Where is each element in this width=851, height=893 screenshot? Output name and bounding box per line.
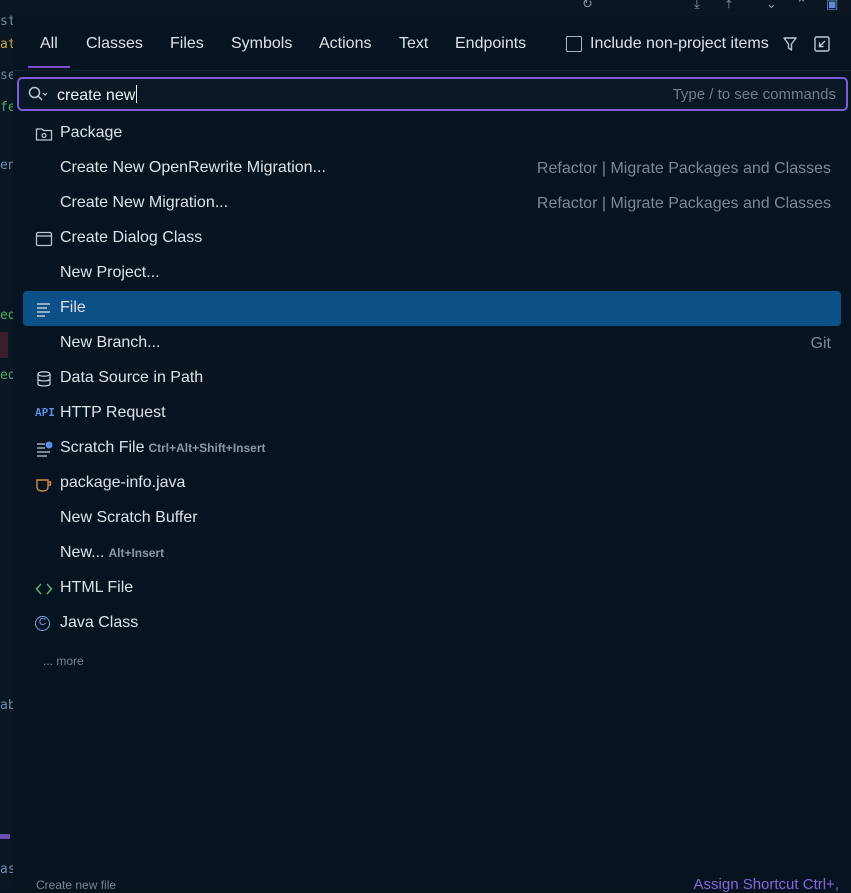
item-label: Create New OpenRewrite Migration... [60,159,326,176]
database-icon [37,371,51,387]
search-icon[interactable] [27,85,49,103]
item-hint: Git [810,335,831,352]
chevron-down-icon[interactable]: ⌄ [766,0,777,12]
item-label: New Project... [60,264,160,281]
tab-classes[interactable]: Classes [86,35,143,53]
include-non-project-label: Include non-project items [590,35,769,52]
item-label: Create New Migration... [60,194,229,211]
list-item[interactable]: Create Dialog Class [23,221,841,256]
list-item[interactable]: Data Source in Path [23,361,841,396]
item-label: Package [60,124,123,141]
list-item[interactable]: New... Alt+Insert [23,536,841,571]
scroll-marker [0,834,10,839]
html-icon [35,583,53,595]
list-item-selected[interactable]: File [23,291,841,326]
java-class-icon: C [35,616,50,631]
chevron-up-icon[interactable]: ⌃ [796,0,807,12]
upload-icon[interactable]: ⤒ [726,0,732,12]
top-toolbar: ↻ ⤓ ⤒ ⌄ ⌃ ▣ [14,0,851,16]
more-link[interactable]: ... more [43,654,84,668]
tab-files[interactable]: Files [170,35,204,53]
search-field[interactable]: create new Type / to see commands [17,77,848,111]
filter-icon[interactable] [781,35,799,53]
tab-endpoints[interactable]: Endpoints [455,35,526,53]
list-item[interactable]: HTML File [23,571,841,606]
tab-all[interactable]: All [28,35,70,68]
search-everywhere-popup: All Classes Files Symbols Actions Text E… [13,16,851,893]
list-item[interactable]: Create New Migration... Refactor | Migra… [23,186,841,221]
file-text-icon [37,303,50,317]
item-label: New Scratch Buffer [60,509,198,526]
package-folder-icon [35,128,53,141]
item-label: New... Alt+Insert [60,544,165,561]
assign-shortcut-link[interactable]: Assign Shortcut Ctrl+, [694,876,839,893]
item-label: HTTP Request [60,404,166,421]
shortcut-label: Alt+Insert [108,546,165,560]
item-label: Data Source in Path [60,369,204,386]
checkbox-box[interactable] [566,36,582,52]
tab-symbols[interactable]: Symbols [231,35,292,53]
include-non-project-checkbox[interactable]: Include non-project items [566,35,769,53]
item-label: Create Dialog Class [60,229,203,246]
item-label: HTML File [60,579,134,596]
list-item[interactable]: New Branch... Git [23,326,841,361]
scope-tabs: All Classes Files Symbols Actions Text E… [13,16,851,71]
list-item[interactable]: Package [23,116,841,151]
refresh-icon[interactable]: ↻ [582,0,593,12]
error-stripe [0,332,8,358]
list-item[interactable]: C Java Class [23,606,841,641]
list-item[interactable]: API HTTP Request [23,396,841,431]
item-label: package-info.java [60,474,186,491]
scratch-file-icon [37,441,53,457]
shortcut-label: Ctrl+Alt+Shift+Insert [148,441,266,455]
list-item[interactable]: package-info.java [23,466,841,501]
item-label: Scratch File Ctrl+Alt+Shift+Insert [60,439,266,456]
status-description: Create new file [36,878,117,892]
window-icon[interactable]: ▣ [826,0,838,12]
item-label: New Branch... [60,334,161,351]
item-label: Java Class [60,614,139,631]
item-hint: Refactor | Migrate Packages and Classes [536,160,831,177]
search-hint: Type / to see commands [672,86,836,103]
list-item[interactable]: New Scratch Buffer [23,501,841,536]
list-item[interactable]: Scratch File Ctrl+Alt+Shift+Insert [23,431,841,466]
results-list: Package Create New OpenRewrite Migration… [23,116,841,641]
list-item[interactable]: Create New OpenRewrite Migration... Refa… [23,151,841,186]
item-hint: Refactor | Migrate Packages and Classes [536,195,831,212]
item-label: File [60,299,86,316]
open-in-tool-window-icon[interactable] [813,35,831,53]
editor-background: st at se fe en ed ed ab as [0,0,16,891]
dialog-icon [35,231,53,247]
tab-actions[interactable]: Actions [319,35,371,53]
java-cup-icon [36,479,52,492]
download-icon[interactable]: ⤓ [694,0,700,12]
list-item[interactable]: New Project... [23,256,841,291]
tab-text[interactable]: Text [399,35,428,53]
search-input[interactable]: create new [57,85,137,105]
api-icon: API [35,406,55,419]
